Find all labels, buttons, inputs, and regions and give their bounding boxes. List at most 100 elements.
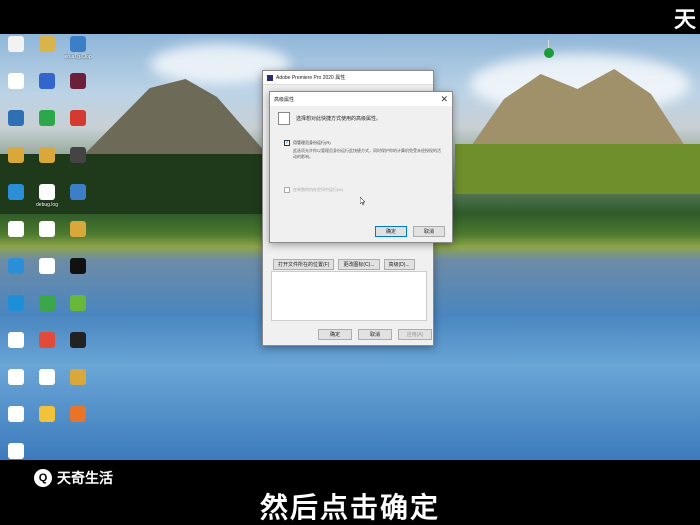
app-icon	[8, 147, 24, 163]
change-icon-button[interactable]: 更改图标(C)...	[338, 259, 380, 270]
advanced-button[interactable]: 高级(D)...	[383, 259, 415, 270]
desktop-icon[interactable]	[63, 221, 93, 257]
desktop-icon[interactable]	[32, 258, 62, 294]
desktop-icon[interactable]	[63, 332, 93, 368]
desktop-icon[interactable]	[32, 147, 62, 183]
app-icon	[39, 184, 55, 200]
desktop-icon[interactable]	[63, 110, 93, 146]
desktop-icon[interactable]	[1, 406, 31, 442]
properties-footer: 确定 取消 应用(A)	[318, 329, 432, 340]
desktop-icon[interactable]	[32, 332, 62, 368]
app-icon	[70, 258, 86, 274]
desktop-icon[interactable]	[63, 258, 93, 294]
desktop-icon[interactable]: debug.log	[32, 184, 62, 220]
desktop-icon[interactable]	[1, 147, 31, 183]
desktop-icon[interactable]	[32, 110, 62, 146]
watermark-name: 天奇生活	[57, 470, 113, 486]
run-as-admin-label: 用管理员身份运行(R)	[293, 140, 331, 145]
app-icon	[39, 295, 55, 311]
advanced-ok-button[interactable]: 确定	[375, 226, 407, 237]
ornament-ball	[544, 48, 554, 58]
app-icon	[39, 258, 55, 274]
app-icon	[8, 36, 24, 52]
app-icon	[70, 295, 86, 311]
app-icon	[8, 369, 24, 385]
app-icon	[39, 110, 55, 126]
corner-brand-text: 天	[673, 7, 696, 32]
app-icon	[8, 443, 24, 459]
open-file-location-button[interactable]: 打开文件所在的位置(F)	[273, 259, 335, 270]
desktop-icon[interactable]	[63, 184, 93, 220]
desktop-icon[interactable]	[32, 406, 62, 442]
app-icon	[70, 332, 86, 348]
app-icon	[39, 147, 55, 163]
desktop-icon[interactable]	[32, 36, 62, 72]
desktop-icon[interactable]	[32, 369, 62, 405]
advanced-titlebar[interactable]: 高级属性 ✕	[270, 92, 452, 106]
green-ornament	[544, 40, 554, 58]
app-icon	[8, 73, 24, 89]
advanced-description: 选择想对此快捷方式使用的高级属性。	[296, 116, 382, 122]
close-icon[interactable]: ✕	[440, 94, 448, 104]
run-as-admin-checkbox[interactable]: ✓	[284, 140, 290, 146]
advanced-title: 高级属性	[274, 96, 295, 103]
app-icon	[39, 36, 55, 52]
desktop-icon[interactable]	[63, 369, 93, 405]
app-icon	[39, 221, 55, 237]
desktop-icon[interactable]	[63, 147, 93, 183]
app-icon	[39, 369, 55, 385]
desktop-icon[interactable]: eo.aTg.Clop	[63, 36, 93, 72]
desktop-icon-label: debug.log	[36, 202, 58, 208]
desktop-icon[interactable]	[1, 295, 31, 331]
desktop-icon[interactable]	[1, 36, 31, 72]
desktop-icon[interactable]	[1, 221, 31, 257]
desktop-icon[interactable]	[1, 332, 31, 368]
desktop-icon[interactable]	[63, 295, 93, 331]
desktop-icon[interactable]	[32, 295, 62, 331]
desktop-icon[interactable]	[1, 369, 31, 405]
app-icon	[39, 406, 55, 422]
app-icon	[70, 221, 86, 237]
document-icon	[278, 112, 290, 125]
properties-titlebar[interactable]: Adobe Premiere Pro 2020 属性	[263, 71, 433, 85]
separate-memory-checkbox[interactable]	[284, 187, 290, 193]
desktop-icon[interactable]	[1, 73, 31, 109]
run-as-admin-note: 此选项允许你以管理员身份运行此快捷方式，同时保护你的计算机免受未经授权的活动的影…	[293, 148, 441, 159]
app-icon	[8, 295, 24, 311]
desktop-icon[interactable]	[32, 221, 62, 257]
app-icon	[70, 36, 86, 52]
desktop-icon[interactable]	[1, 258, 31, 294]
separate-memory-label: 在单独的内存空间中运行(M)	[293, 187, 343, 192]
watermark: Q 天奇生活	[34, 468, 113, 488]
app-icon	[8, 258, 24, 274]
desktop-icon[interactable]	[1, 443, 31, 479]
desktop-icon-label: eo.aTg.Clop	[64, 54, 92, 60]
desktop-icon[interactable]	[32, 73, 62, 109]
desktop-icon[interactable]	[1, 184, 31, 220]
app-icon	[8, 332, 24, 348]
run-as-admin-option[interactable]: ✓ 用管理员身份运行(R) 此选项允许你以管理员身份运行此快捷方式，同时保护你的…	[284, 140, 443, 160]
properties-action-row: 打开文件所在的位置(F) 更改图标(C)... 高级(D)...	[273, 259, 415, 270]
ornament-string	[548, 40, 549, 48]
meadow-right	[455, 144, 700, 194]
properties-ok-button[interactable]: 确定	[318, 329, 352, 340]
properties-apply-button[interactable]: 应用(A)	[398, 329, 432, 340]
app-icon	[8, 221, 24, 237]
advanced-properties-dialog: 高级属性 ✕ 选择想对此快捷方式使用的高级属性。 ✓ 用管理员身份运行(R) 此…	[269, 91, 453, 243]
separate-memory-option[interactable]: 在单独的内存空间中运行(M)	[284, 187, 343, 193]
properties-cancel-button[interactable]: 取消	[358, 329, 392, 340]
video-subtitle: 然后点击确定	[259, 492, 440, 523]
app-icon	[70, 406, 86, 422]
desktop-icon[interactable]	[1, 110, 31, 146]
app-icon	[70, 369, 86, 385]
properties-panel	[271, 271, 427, 321]
desktop-icon[interactable]	[63, 406, 93, 442]
advanced-cancel-button[interactable]: 取消	[413, 226, 445, 237]
advanced-description-row: 选择想对此快捷方式使用的高级属性。	[278, 112, 381, 125]
mouse-cursor-icon	[360, 197, 365, 205]
watermark-logo-icon: Q	[34, 469, 52, 487]
video-frame: 天 eo.aTg.Clop debug.log Adobe Premiere Pr…	[0, 0, 700, 525]
desktop-icon[interactable]	[63, 73, 93, 109]
app-icon	[8, 110, 24, 126]
app-icon	[8, 184, 24, 200]
